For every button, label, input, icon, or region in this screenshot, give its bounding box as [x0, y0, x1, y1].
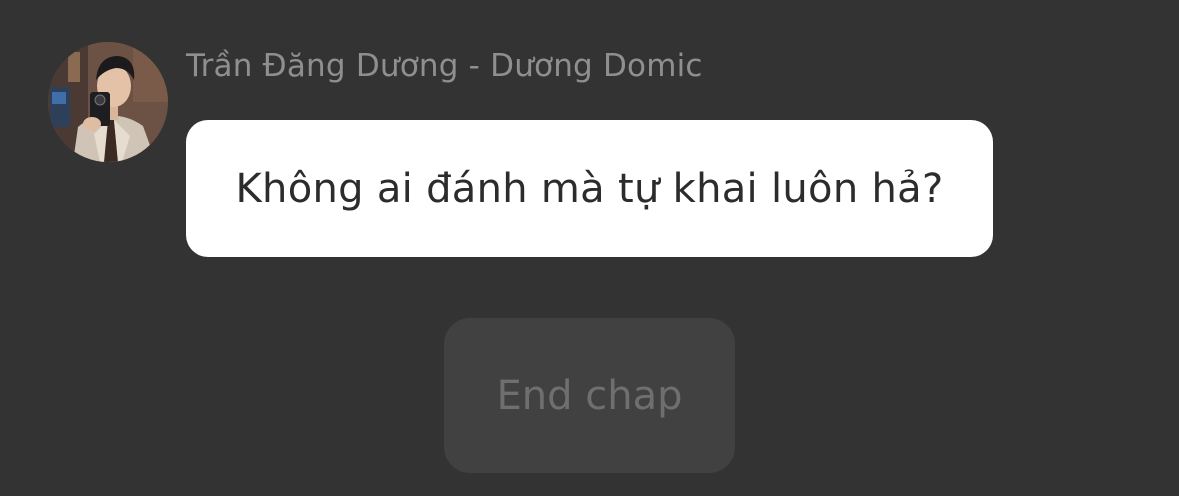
message-bubble: Không ai đánh mà tự khai luôn hả? — [186, 120, 993, 257]
avatar-photo-icon — [48, 42, 168, 162]
sender-name: Trần Đăng Dương - Dương Domic — [186, 48, 703, 84]
chat-message: Trần Đăng Dương - Dương Domic Không ai đ… — [48, 40, 1008, 270]
message-text: Không ai đánh mà tự khai luôn hả? — [235, 165, 944, 212]
avatar[interactable] — [48, 42, 168, 162]
end-chap-label: End chap — [496, 372, 683, 419]
end-chap-button[interactable]: End chap — [444, 318, 735, 473]
